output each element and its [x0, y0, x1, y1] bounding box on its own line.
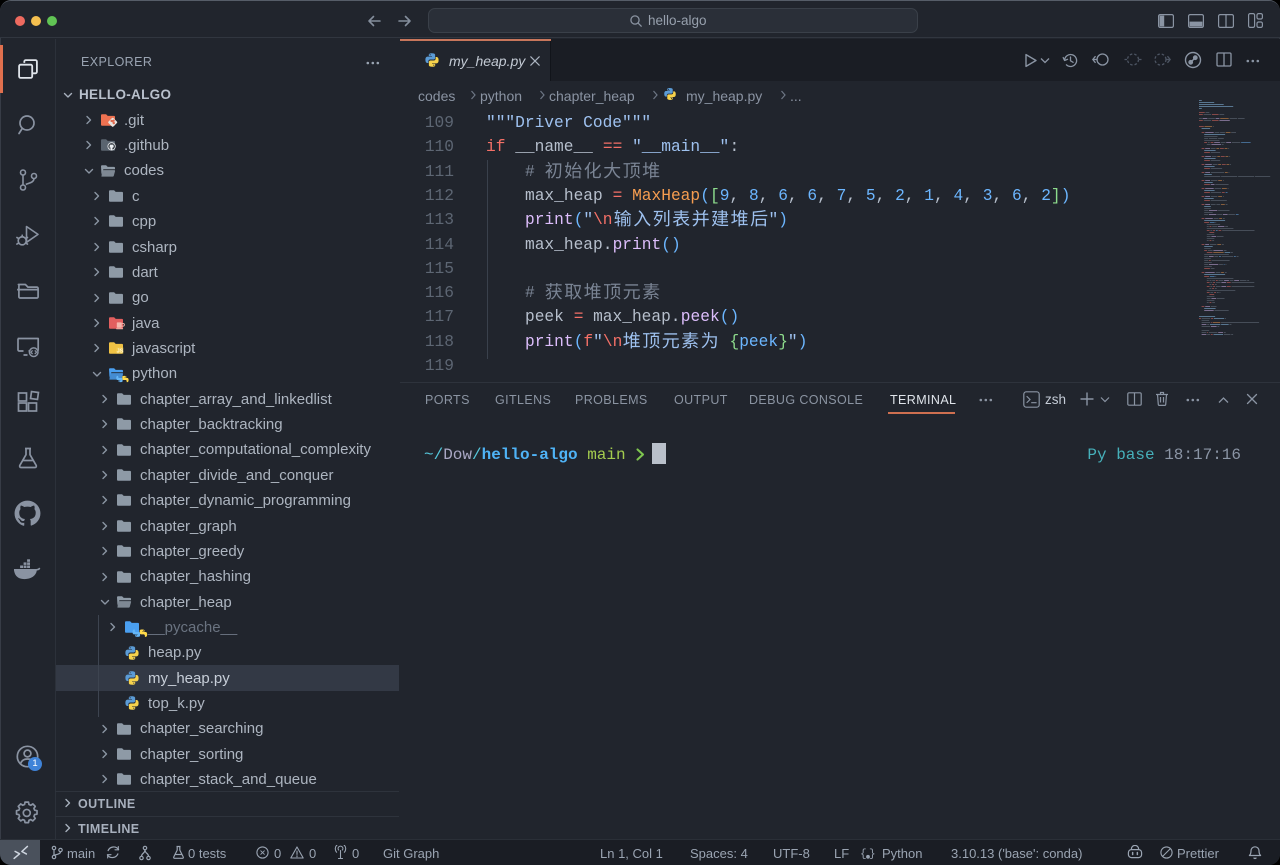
svg-text:}: }	[869, 849, 876, 861]
svg-text:JS: JS	[117, 349, 124, 355]
svg-text:{: {	[860, 849, 867, 861]
